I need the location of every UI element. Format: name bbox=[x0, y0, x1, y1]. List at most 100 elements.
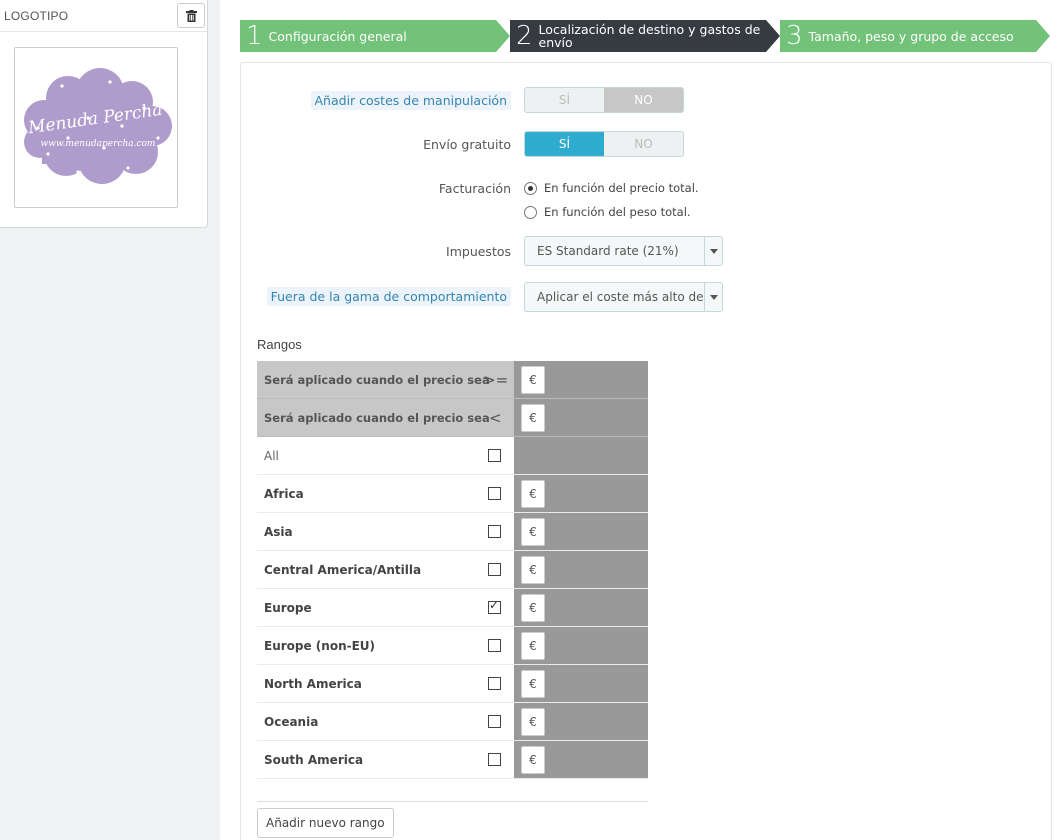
zone-name: Africa bbox=[264, 486, 304, 501]
table-row: North America € bbox=[257, 665, 648, 703]
zone-checkbox[interactable] bbox=[488, 677, 501, 690]
table-row: Central America/Antilla € bbox=[257, 551, 648, 589]
zone-checkbox[interactable] bbox=[488, 598, 501, 614]
zone-name: Asia bbox=[264, 524, 293, 539]
out-of-range-label: Fuera de la gama de comportamiento bbox=[266, 287, 511, 306]
ranges-title: Rangos bbox=[257, 337, 302, 352]
cloud-logo-image: Menuda Percha www.menudapercha.com bbox=[24, 67, 172, 184]
step-number: 2 bbox=[516, 21, 533, 51]
free-shipping-yes-option[interactable]: SÍ bbox=[525, 132, 604, 156]
zone-price-input[interactable]: € bbox=[521, 518, 545, 546]
zone-price-input[interactable]: € bbox=[521, 480, 545, 508]
handling-no-option[interactable]: NO bbox=[604, 88, 683, 112]
range-operator: >= bbox=[483, 370, 509, 389]
radio-button[interactable] bbox=[524, 181, 537, 195]
zone-checkbox-all[interactable] bbox=[488, 449, 501, 462]
main-content: 1 Configuración general 2 Localización d… bbox=[220, 0, 1064, 840]
zone-price-input[interactable]: € bbox=[521, 556, 545, 584]
range-from-input[interactable]: € bbox=[521, 366, 545, 394]
taxes-select[interactable]: ES Standard rate (21%) bbox=[524, 236, 723, 266]
range-to-input[interactable]: € bbox=[521, 404, 545, 432]
step-label: Configuración general bbox=[268, 28, 407, 44]
table-row: Europe (non-EU) € bbox=[257, 627, 648, 665]
zone-price-cell: € bbox=[514, 627, 648, 664]
ranges-table: Será aplicado cuando el precio sea >= € … bbox=[257, 361, 648, 779]
zone-price-cell bbox=[514, 437, 648, 474]
table-row: Europe € bbox=[257, 589, 648, 627]
add-range-area: Añadir nuevo rango bbox=[257, 801, 648, 838]
zone-name: North America bbox=[264, 676, 362, 691]
table-row: Oceania € bbox=[257, 703, 648, 741]
range-header-ge: Será aplicado cuando el precio sea >= € bbox=[257, 361, 648, 399]
logo-panel-header: LOGOTIPO bbox=[0, 0, 207, 32]
zone-checkbox[interactable] bbox=[488, 487, 501, 500]
zone-checkbox[interactable] bbox=[488, 715, 501, 728]
range-input-cell: € bbox=[514, 399, 648, 436]
zone-price-input[interactable]: € bbox=[521, 594, 545, 622]
chevron-down-icon bbox=[704, 283, 722, 311]
zone-row-all: All bbox=[257, 437, 648, 475]
step-shipping-locations[interactable]: 2 Localización de destino y gastos de en… bbox=[510, 20, 780, 52]
taxes-label: Impuestos bbox=[446, 244, 511, 259]
zone-name: All bbox=[264, 448, 279, 463]
zone-price-cell: € bbox=[514, 551, 648, 588]
radio-label: En función del precio total. bbox=[544, 181, 699, 195]
table-row: South America € bbox=[257, 741, 648, 779]
handling-label: Añadir costes de manipulación bbox=[310, 91, 511, 110]
zone-price-cell: € bbox=[514, 475, 648, 512]
step-label: Localización de destino y gastos de enví… bbox=[538, 22, 761, 50]
zone-price-cell: € bbox=[514, 703, 648, 740]
handling-yes-option[interactable]: SÍ bbox=[525, 88, 604, 112]
zone-name: Europe bbox=[264, 600, 312, 615]
zone-price-input[interactable]: € bbox=[521, 632, 545, 660]
range-header-label: Será aplicado cuando el precio sea bbox=[264, 372, 490, 387]
zone-name: South America bbox=[264, 752, 364, 767]
range-header-label: Será aplicado cuando el precio sea bbox=[264, 410, 490, 425]
step-number: 1 bbox=[246, 21, 263, 51]
step-size-weight-group[interactable]: 3 Tamaño, peso y grupo de acceso bbox=[780, 20, 1050, 52]
shop-logo: Menuda Percha www.menudapercha.com bbox=[14, 47, 178, 208]
zone-checkbox[interactable] bbox=[488, 525, 501, 538]
zone-checkbox[interactable] bbox=[488, 563, 501, 576]
range-input-cell: € bbox=[514, 361, 648, 398]
zone-price-cell: € bbox=[514, 741, 648, 778]
zone-name: Europe (non-EU) bbox=[264, 638, 376, 653]
free-shipping-no-option[interactable]: NO bbox=[604, 132, 683, 156]
zone-checkbox[interactable] bbox=[488, 753, 501, 766]
zone-price-input[interactable]: € bbox=[521, 746, 545, 774]
handling-toggle[interactable]: SÍ NO bbox=[524, 87, 684, 113]
logo-panel-title: LOGOTIPO bbox=[4, 9, 69, 23]
add-range-button[interactable]: Añadir nuevo rango bbox=[257, 808, 394, 838]
logo-panel: LOGOTIPO Menuda Percha www.menudapercha.… bbox=[0, 0, 208, 228]
zone-price-cell: € bbox=[514, 513, 648, 550]
zone-price-cell: € bbox=[514, 589, 648, 626]
step-general-settings[interactable]: 1 Configuración general bbox=[240, 20, 510, 52]
out-of-range-selected-value: Aplicar el coste más alto de la bbox=[537, 290, 718, 304]
zone-price-input[interactable]: € bbox=[521, 708, 545, 736]
shipping-form-panel: Añadir costes de manipulación SÍ NO Enví… bbox=[240, 62, 1052, 840]
zone-name: Oceania bbox=[264, 714, 319, 729]
zone-name: Central America/Antilla bbox=[264, 562, 422, 577]
taxes-selected-value: ES Standard rate (21%) bbox=[537, 244, 679, 258]
out-of-range-select[interactable]: Aplicar el coste más alto de la bbox=[524, 282, 723, 312]
zone-price-cell: € bbox=[514, 665, 648, 702]
radio-button[interactable] bbox=[524, 205, 537, 219]
trash-icon bbox=[185, 9, 197, 22]
zone-checkbox[interactable] bbox=[488, 639, 501, 652]
radio-label: En función del peso total. bbox=[544, 205, 691, 219]
logo-url-text: www.menudapercha.com bbox=[41, 139, 156, 149]
free-shipping-label: Envío gratuito bbox=[423, 137, 511, 152]
billing-option-price[interactable]: En función del precio total. bbox=[524, 181, 699, 195]
table-row: Africa € bbox=[257, 475, 648, 513]
billing-label: Facturación bbox=[438, 181, 511, 196]
chevron-down-icon bbox=[704, 237, 722, 265]
free-shipping-toggle[interactable]: SÍ NO bbox=[524, 131, 684, 157]
zone-price-input[interactable]: € bbox=[521, 670, 545, 698]
step-label: Tamaño, peso y grupo de acceso bbox=[808, 28, 1014, 44]
step-number: 3 bbox=[786, 21, 803, 51]
table-row: Asia € bbox=[257, 513, 648, 551]
billing-option-weight[interactable]: En función del peso total. bbox=[524, 205, 691, 219]
delete-logo-button[interactable] bbox=[177, 3, 205, 28]
range-operator: < bbox=[489, 408, 502, 427]
range-header-lt: Será aplicado cuando el precio sea < € bbox=[257, 399, 648, 437]
